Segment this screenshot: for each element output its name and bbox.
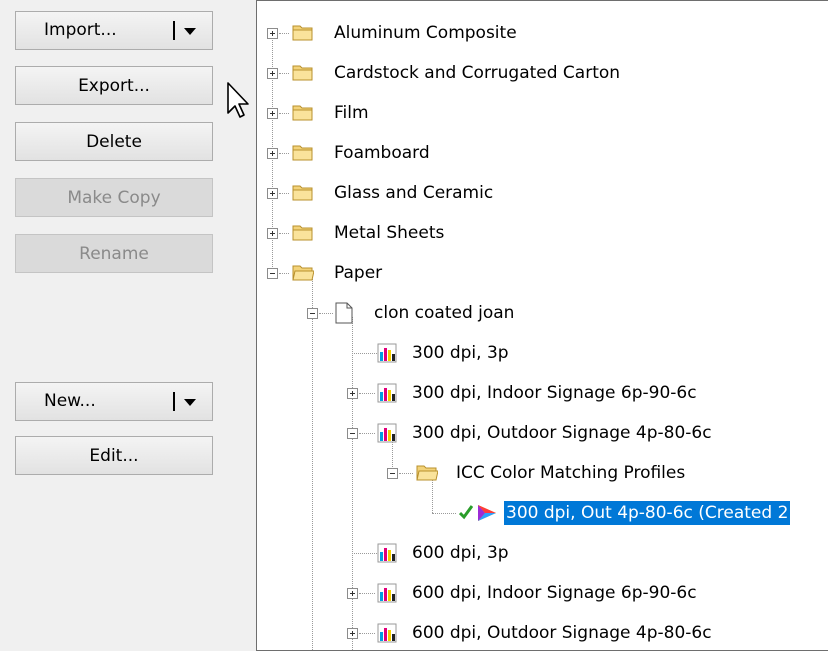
expand-button[interactable]	[267, 28, 278, 39]
tree-line	[312, 277, 313, 650]
tree-item-label[interactable]: 300 dpi, Indoor Signage 6p-90-6c	[412, 381, 697, 405]
tree-item-label[interactable]: Film	[334, 101, 369, 125]
expand-button[interactable]	[347, 588, 358, 599]
tree-line	[279, 113, 289, 114]
folder-icon	[292, 185, 313, 201]
export-button[interactable]: Export...	[15, 66, 213, 105]
profile-tree[interactable]: Aluminum Composite Cardstock and Corruga…	[256, 0, 828, 651]
tree-line	[319, 313, 333, 314]
folder-open-icon	[292, 265, 314, 281]
expand-button[interactable]	[347, 388, 358, 399]
expand-button[interactable]	[267, 188, 278, 199]
tree-line	[352, 317, 353, 650]
new-button-label: New...	[44, 391, 96, 411]
folder-open-icon	[416, 465, 438, 481]
tree-line	[279, 153, 289, 154]
tree-item-label[interactable]: 300 dpi, Outdoor Signage 4p-80-6c	[412, 421, 712, 445]
tree-line	[359, 393, 375, 394]
import-button-label: Import...	[44, 20, 117, 40]
ink-profile-icon	[377, 543, 397, 563]
split-separator	[173, 392, 175, 411]
tree-line	[359, 593, 375, 594]
mouse-pointer-icon	[227, 82, 249, 118]
document-icon	[335, 302, 353, 324]
tree-item-label[interactable]: 300 dpi, 3p	[412, 341, 509, 365]
tree-item-label[interactable]: Metal Sheets	[334, 221, 444, 245]
tree-item-label[interactable]: 600 dpi, 3p	[412, 541, 509, 565]
dropdown-arrow-icon[interactable]	[184, 399, 196, 406]
tree-item-label[interactable]: Glass and Ceramic	[334, 181, 493, 205]
folder-icon	[292, 65, 313, 81]
tree-line	[399, 473, 413, 474]
rename-button[interactable]: Rename	[15, 234, 213, 273]
tree-line	[352, 353, 377, 354]
tree-line	[432, 513, 456, 514]
tree-item-label-selected[interactable]: 300 dpi, Out 4p-80-6c (Created 2	[504, 501, 791, 525]
folder-icon	[292, 25, 313, 41]
collapse-button[interactable]	[267, 268, 278, 279]
ink-profile-icon	[377, 583, 397, 603]
ink-profile-icon	[377, 423, 397, 443]
ink-profile-icon	[377, 383, 397, 403]
tree-item-label[interactable]: Aluminum Composite	[334, 21, 517, 45]
expand-button[interactable]	[267, 108, 278, 119]
split-separator	[173, 21, 175, 40]
tree-line	[359, 433, 375, 434]
make-copy-button[interactable]: Make Copy	[15, 178, 213, 217]
expand-button[interactable]	[267, 228, 278, 239]
tree-item-label[interactable]: 600 dpi, Outdoor Signage 4p-80-6c	[412, 621, 712, 645]
tree-line	[279, 273, 289, 274]
tree-line	[432, 477, 433, 513]
checkmark-icon	[459, 505, 473, 520]
folder-icon	[292, 145, 313, 161]
tree-line	[359, 633, 375, 634]
color-profile-icon	[478, 505, 496, 521]
tree-item-label[interactable]: Paper	[334, 261, 382, 285]
expand-button[interactable]	[267, 68, 278, 79]
dropdown-arrow-icon[interactable]	[184, 28, 196, 35]
expand-button[interactable]	[347, 628, 358, 639]
ink-profile-icon	[377, 343, 397, 363]
tree-item-label[interactable]: Cardstock and Corrugated Carton	[334, 61, 620, 85]
expand-button[interactable]	[267, 148, 278, 159]
tree-line	[279, 33, 289, 34]
new-button[interactable]: New...	[15, 382, 213, 421]
tree-item-label[interactable]: 600 dpi, Indoor Signage 6p-90-6c	[412, 581, 697, 605]
import-button[interactable]: Import...	[15, 11, 213, 50]
delete-button[interactable]: Delete	[15, 122, 213, 161]
folder-icon	[292, 105, 313, 121]
collapse-button[interactable]	[307, 308, 318, 319]
folder-icon	[292, 225, 313, 241]
tree-line	[279, 73, 289, 74]
tree-line	[352, 553, 377, 554]
tree-line	[279, 193, 289, 194]
edit-button[interactable]: Edit...	[15, 436, 213, 475]
tree-item-label[interactable]: Foamboard	[334, 141, 430, 165]
tree-item-label[interactable]: ICC Color Matching Profiles	[456, 461, 685, 485]
ink-profile-icon	[377, 623, 397, 643]
collapse-button[interactable]	[347, 428, 358, 439]
tree-line	[279, 233, 289, 234]
tree-item-label[interactable]: clon coated joan	[374, 301, 514, 325]
collapse-button[interactable]	[387, 468, 398, 479]
